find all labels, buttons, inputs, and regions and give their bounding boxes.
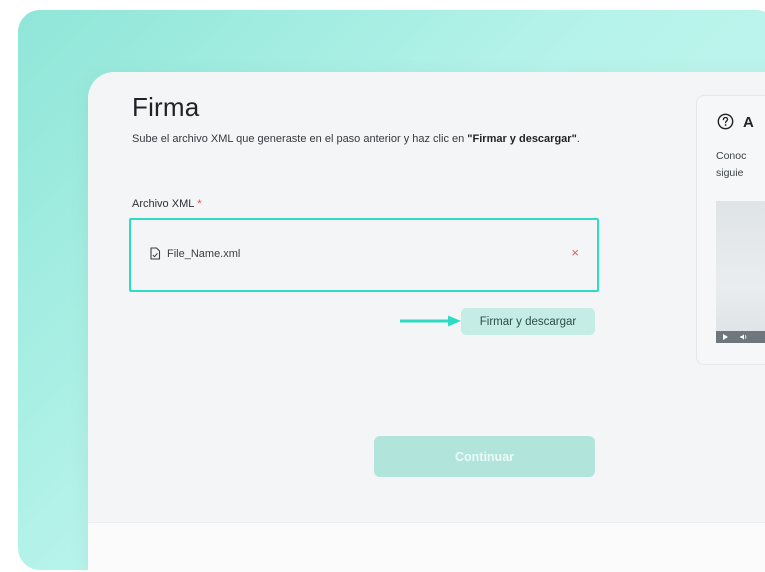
card-footer [88, 522, 765, 572]
help-panel: A Conoc siguie [696, 95, 765, 365]
help-title: A [743, 114, 754, 131]
arrow-right-icon [400, 315, 461, 327]
instructions-prefix: Sube el archivo XML que generaste en el … [132, 133, 468, 145]
required-marker: * [197, 198, 202, 210]
file-name: File_Name.xml [167, 247, 241, 260]
volume-icon[interactable] [740, 333, 748, 341]
instructions-suffix: . [576, 133, 580, 145]
xml-file-label: Archivo XML * [132, 198, 202, 210]
sign-and-download-button[interactable]: Firmar y descargar [461, 308, 595, 335]
page-title: Firma [132, 92, 200, 122]
help-text: Conoc siguie [716, 150, 747, 179]
play-icon[interactable] [723, 334, 728, 340]
continue-button[interactable]: Continuar [374, 436, 595, 477]
signature-card: Firma Sube el archivo XML que generaste … [88, 72, 765, 572]
instructions-text: Sube el archivo XML que generaste en el … [132, 130, 592, 148]
xml-file-upload[interactable]: File_Name.xml × [129, 218, 599, 292]
video-player[interactable] [716, 201, 765, 343]
uploaded-file: File_Name.xml [149, 247, 240, 260]
video-controls [716, 331, 765, 343]
file-icon [150, 247, 161, 260]
instructions-highlight: "Firmar y descargar" [467, 133, 577, 145]
xml-file-label-text: Archivo XML [132, 198, 195, 210]
remove-file-button[interactable]: × [571, 245, 579, 261]
question-circle-icon [717, 113, 734, 130]
